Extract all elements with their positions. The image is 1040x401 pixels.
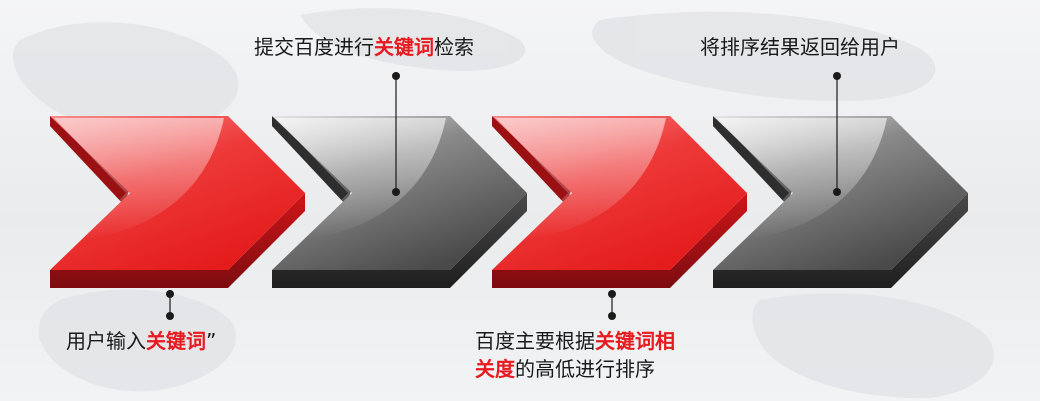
step-3-label-highlight: 关键词相 bbox=[595, 329, 675, 353]
step-2-label-highlight: 关键词 bbox=[374, 35, 434, 59]
connector-step-1-dot bbox=[166, 290, 174, 298]
connector-step-3 bbox=[608, 290, 616, 320]
step-1-label: 用户输入关键词” bbox=[66, 327, 216, 355]
step-1-label-suffix: ” bbox=[206, 329, 217, 353]
step-1-label-highlight: 关键词 bbox=[146, 329, 206, 353]
chevron-step-3 bbox=[492, 116, 747, 288]
step-2-label-suffix: 检索 bbox=[434, 35, 474, 59]
step-3-label-line1: 百度主要根据关键词相 bbox=[475, 327, 675, 355]
connector-step-3-end-dot bbox=[608, 312, 616, 320]
step-4-label-text: 将排序结果返回给用户 bbox=[700, 35, 900, 59]
connector-step-4-end-dot bbox=[833, 72, 841, 80]
connector-step-2-end-dot bbox=[392, 72, 400, 80]
connector-step-2-dot bbox=[392, 188, 400, 196]
chevron-step-4 bbox=[713, 116, 968, 288]
step-3-label-line2: 关度的高低进行排序 bbox=[475, 355, 675, 383]
connector-step-1 bbox=[166, 290, 174, 320]
step-2-label-text: 提交百度进行 bbox=[254, 35, 374, 59]
connector-step-4-dot bbox=[833, 188, 841, 196]
step-4-label: 将排序结果返回给用户 bbox=[700, 33, 900, 61]
step-1-label-text: 用户输入 bbox=[66, 329, 146, 353]
step-2-label: 提交百度进行关键词检索 bbox=[254, 33, 474, 61]
step-3-label-line2-highlight: 关度 bbox=[475, 357, 515, 381]
step-3-label-line2-text: 的高低进行排序 bbox=[515, 357, 655, 381]
connector-step-3-dot bbox=[608, 290, 616, 298]
chevron-step-1 bbox=[50, 116, 305, 288]
chevron-step-2 bbox=[272, 116, 527, 288]
step-3-label-text: 百度主要根据 bbox=[475, 329, 595, 353]
connector-step-1-end-dot bbox=[166, 312, 174, 320]
step-3-label: 百度主要根据关键词相 关度的高低进行排序 bbox=[475, 327, 675, 383]
